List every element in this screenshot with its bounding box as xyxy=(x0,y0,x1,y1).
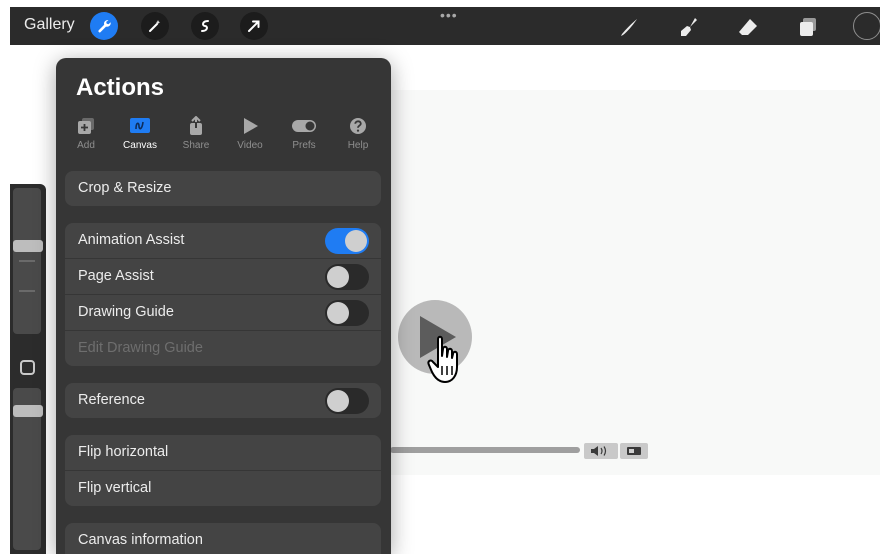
eraser-icon[interactable] xyxy=(737,16,759,38)
drawing-guide-label: Drawing Guide xyxy=(78,304,174,320)
smudge-icon[interactable] xyxy=(678,16,700,38)
help-icon xyxy=(350,118,366,134)
prefs-toggle-icon xyxy=(292,120,316,132)
flip-vertical-button[interactable]: Flip vertical xyxy=(65,471,381,506)
reference-row: Reference xyxy=(65,383,381,418)
modify-button[interactable] xyxy=(20,360,35,375)
actions-tabs: Add Canvas Share Video Prefs Help xyxy=(62,116,382,156)
volume-icon[interactable] xyxy=(584,443,618,459)
brush-size-handle[interactable] xyxy=(13,240,43,252)
flip-horizontal-button[interactable]: Flip horizontal xyxy=(65,435,381,470)
tab-help[interactable]: Help xyxy=(334,116,382,151)
color-circle[interactable] xyxy=(853,12,880,40)
drawing-guide-toggle[interactable] xyxy=(325,300,369,326)
more-options-dots[interactable]: ••• xyxy=(440,7,458,23)
animation-assist-row: Animation Assist xyxy=(65,223,381,258)
gallery-button[interactable]: Gallery xyxy=(24,16,75,34)
artwork-canvas[interactable] xyxy=(380,90,880,475)
slider-tick xyxy=(19,290,35,292)
left-sidebar xyxy=(10,184,46,554)
animation-assist-toggle[interactable] xyxy=(325,228,369,254)
canvas-icon xyxy=(130,118,150,133)
crop-resize-button[interactable]: Crop & Resize xyxy=(65,171,381,206)
layers-icon[interactable] xyxy=(797,16,819,38)
wrench-icon[interactable] xyxy=(90,12,118,40)
reference-toggle[interactable] xyxy=(325,388,369,414)
edit-drawing-guide-button: Edit Drawing Guide xyxy=(65,331,381,366)
canvas-information-button[interactable]: Canvas information xyxy=(65,523,381,554)
brush-icon[interactable] xyxy=(618,16,640,38)
animation-assist-label: Animation Assist xyxy=(78,232,185,248)
page-assist-row: Page Assist xyxy=(65,259,381,294)
tab-video[interactable]: Video xyxy=(226,116,274,151)
tab-prefs[interactable]: Prefs xyxy=(280,116,328,151)
hand-cursor-icon xyxy=(427,335,458,383)
reference-label: Reference xyxy=(78,392,145,408)
video-icon xyxy=(244,118,258,134)
tab-share[interactable]: Share xyxy=(172,116,220,151)
slider-tick xyxy=(19,260,35,262)
tab-canvas[interactable]: Canvas xyxy=(116,116,164,151)
panel-title: Actions xyxy=(76,74,165,101)
magic-wand-icon[interactable] xyxy=(141,12,169,40)
page-assist-label: Page Assist xyxy=(78,268,154,284)
top-toolbar: Gallery ••• xyxy=(10,7,880,45)
video-scrubber[interactable] xyxy=(390,447,580,453)
fullscreen-icon[interactable] xyxy=(620,443,648,459)
actions-panel: Actions Add Canvas Share Video Prefs Hel… xyxy=(56,58,391,554)
page-assist-toggle[interactable] xyxy=(325,264,369,290)
share-icon xyxy=(190,116,202,135)
add-icon xyxy=(78,118,94,134)
selection-icon[interactable] xyxy=(191,12,219,40)
tab-add[interactable]: Add xyxy=(62,116,110,151)
drawing-guide-row: Drawing Guide xyxy=(65,295,381,330)
opacity-handle[interactable] xyxy=(13,405,43,417)
transform-arrow-icon[interactable] xyxy=(240,12,268,40)
